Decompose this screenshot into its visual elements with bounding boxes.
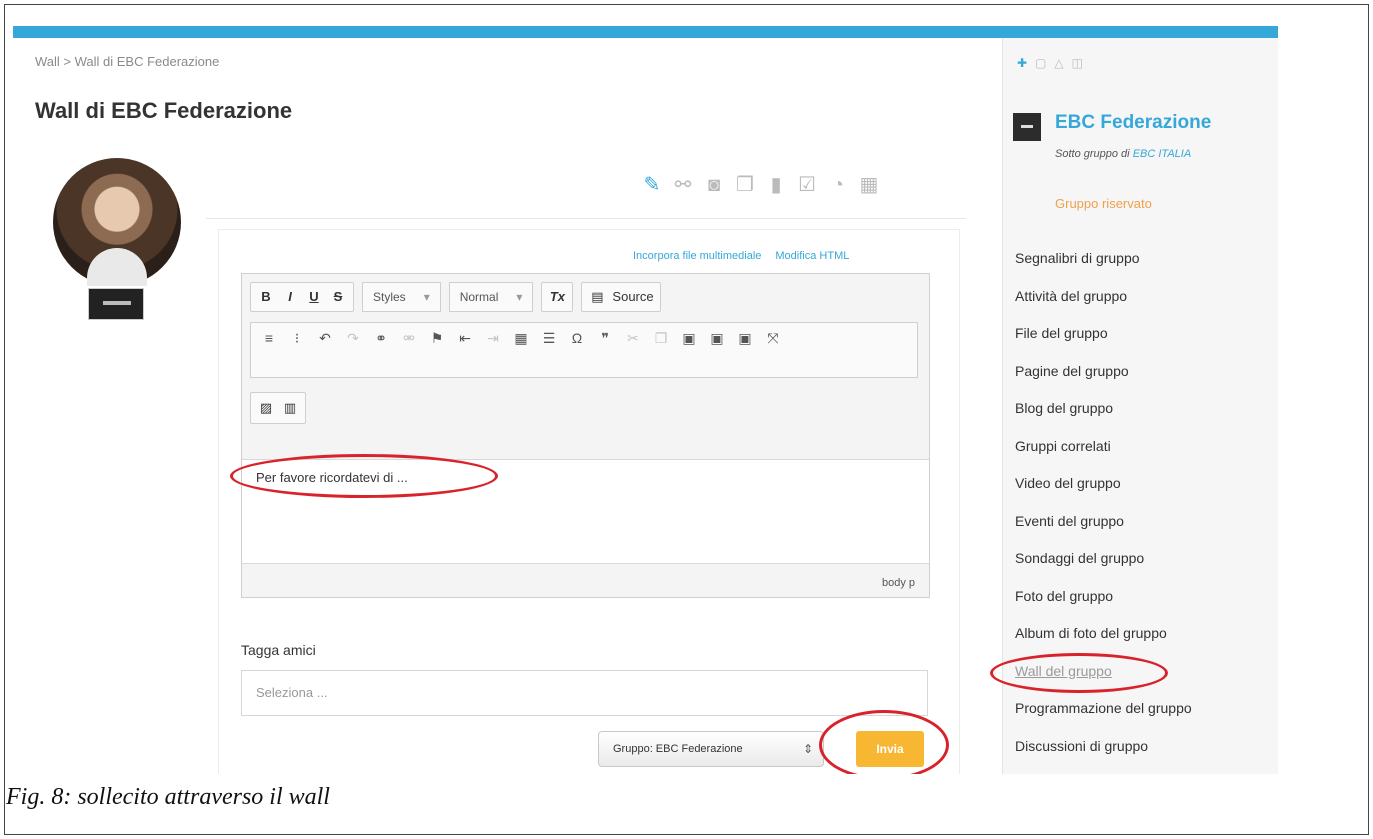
- link-icon[interactable]: ⚯: [672, 174, 694, 196]
- special-char-icon[interactable]: Ω: [569, 329, 585, 347]
- pencil-icon[interactable]: ✎: [641, 174, 663, 196]
- window-icon[interactable]: ◫: [1072, 56, 1083, 70]
- clear-format-group: Tx: [541, 282, 574, 312]
- highlight-ring-wall: [990, 653, 1168, 693]
- avatar-badge: [88, 288, 144, 320]
- unlink-icon[interactable]: ⚮: [401, 329, 417, 347]
- chevron-down-icon: ▾: [423, 290, 430, 304]
- source-icon: ▤: [591, 289, 604, 304]
- maximize-icon[interactable]: ⤧: [765, 329, 781, 347]
- menu-item-activity[interactable]: Attività del gruppo: [1015, 286, 1192, 324]
- select-arrows-icon: ⇕: [802, 742, 813, 756]
- post-type-toolbar: ✎ ⚯ ◙ ❐ ▮ ☑ ◔ ▦: [641, 174, 880, 196]
- menu-item-events[interactable]: Eventi del gruppo: [1015, 511, 1192, 549]
- bold-button[interactable]: B: [257, 286, 275, 308]
- group-menu: Segnalibri di gruppo Attività del gruppo…: [1015, 248, 1192, 773]
- group-name[interactable]: EBC Federazione: [1055, 112, 1211, 134]
- paste-icon[interactable]: ▣: [681, 329, 697, 347]
- menu-item-related-groups[interactable]: Gruppi correlati: [1015, 436, 1192, 474]
- editor-icon-bar: ≡ ⁝ ↶ ↷ ⚭ ⚮ ⚑ ⇤ ⇥ ▦ ☰ Ω ❞ ✂ ❐ ▣ ▣ ▣ ⤧: [250, 322, 918, 378]
- calendar-icon[interactable]: ▦: [858, 174, 880, 196]
- box-icon[interactable]: ▢: [1035, 56, 1046, 70]
- basic-styles-group: B I U S: [250, 282, 354, 312]
- chevron-down-icon: ▾: [516, 290, 523, 304]
- breadcrumb[interactable]: Wall > Wall di EBC Federazione: [35, 54, 219, 69]
- rich-text-editor: B I U S Styles ▾ Normal ▾ Tx ▤ Source ≡ ⁝: [241, 273, 930, 598]
- edit-html-link[interactable]: Modifica HTML: [775, 250, 849, 262]
- parent-group-link[interactable]: EBC ITALIA: [1133, 148, 1191, 160]
- source-button[interactable]: Source: [612, 286, 653, 308]
- sidebar-toolbar: ✚ ▢ △ ◫: [1017, 56, 1083, 70]
- embed-media-link[interactable]: Incorpora file multimediale: [633, 250, 761, 262]
- menu-item-polls[interactable]: Sondaggi del gruppo: [1015, 548, 1192, 586]
- copy-icon[interactable]: ❐: [653, 329, 669, 347]
- editor-element-path: body p: [881, 577, 915, 589]
- tag-friends-label: Tagga amici: [241, 642, 316, 658]
- menu-item-pages[interactable]: Pagine del gruppo: [1015, 361, 1192, 399]
- source-group: ▤ Source: [581, 282, 661, 312]
- strike-button[interactable]: S: [329, 286, 347, 308]
- screenshot: Wall > Wall di EBC Federazione Wall di E…: [13, 38, 1278, 774]
- numbered-list-icon[interactable]: ≡: [261, 329, 277, 347]
- menu-item-bookmarks[interactable]: Segnalibri di gruppo: [1015, 248, 1192, 286]
- underline-button[interactable]: U: [305, 286, 323, 308]
- media-group: ▨ ▥: [250, 392, 306, 424]
- tag-friends-input[interactable]: Seleziona ...: [241, 670, 928, 716]
- format-select[interactable]: Normal ▾: [448, 282, 534, 312]
- editor-toolbar-row-2: ≡ ⁝ ↶ ↷ ⚭ ⚮ ⚑ ⇤ ⇥ ▦ ☰ Ω ❞ ✂ ❐ ▣ ▣ ▣ ⤧: [250, 322, 918, 378]
- horizontal-rule-icon[interactable]: ☰: [541, 329, 557, 347]
- clear-format-button[interactable]: Tx: [548, 286, 566, 308]
- rss-icon[interactable]: ◔: [827, 174, 849, 196]
- paste-word-icon[interactable]: ▣: [737, 329, 753, 347]
- menu-item-blog[interactable]: Blog del gruppo: [1015, 398, 1192, 436]
- anchor-flag-icon[interactable]: ⚑: [429, 329, 445, 347]
- table-icon[interactable]: ▦: [513, 329, 529, 347]
- page-title: Wall di EBC Federazione: [35, 98, 293, 123]
- paste-text-icon[interactable]: ▣: [709, 329, 725, 347]
- outdent-icon[interactable]: ⇤: [457, 329, 473, 347]
- group-status: Gruppo riservato: [1055, 196, 1152, 211]
- bulleted-list-icon[interactable]: ⁝: [289, 329, 305, 347]
- editor-links: Incorpora file multimediale Modifica HTM…: [633, 250, 849, 262]
- figure-caption: Fig. 8: sollecito attraverso il wall: [6, 784, 330, 810]
- indent-icon[interactable]: ⇥: [485, 329, 501, 347]
- link-icon[interactable]: ⚭: [373, 329, 389, 347]
- group-parent-info: Sotto gruppo di EBC ITALIA: [1055, 148, 1192, 160]
- image-icon[interactable]: ▨: [257, 397, 275, 419]
- cut-icon[interactable]: ✂: [625, 329, 641, 347]
- menu-item-scheduling[interactable]: Programmazione del gruppo: [1015, 698, 1192, 736]
- editor-toolbar-row-1: B I U S Styles ▾ Normal ▾ Tx ▤ Source: [250, 282, 661, 312]
- menu-item-discussions[interactable]: Discussioni di gruppo: [1015, 736, 1192, 774]
- editor-toolbar-row-3: ▨ ▥: [250, 392, 306, 424]
- highlight-ring-text: [230, 454, 498, 498]
- warning-icon[interactable]: △: [1054, 56, 1063, 70]
- blockquote-icon[interactable]: ❞: [597, 329, 613, 347]
- menu-item-videos[interactable]: Video del gruppo: [1015, 473, 1192, 511]
- highlight-ring-send: [819, 710, 949, 774]
- undo-icon[interactable]: ↶: [317, 329, 333, 347]
- group-select[interactable]: Gruppo: EBC Federazione ⇕: [598, 731, 824, 767]
- pin-icon[interactable]: ✚: [1017, 56, 1027, 70]
- checkbox-icon[interactable]: ☑: [796, 174, 818, 196]
- camera-icon[interactable]: ◙: [703, 174, 725, 196]
- files-icon[interactable]: ❐: [734, 174, 756, 196]
- redo-icon[interactable]: ↷: [345, 329, 361, 347]
- italic-button[interactable]: I: [281, 286, 299, 308]
- menu-item-photos[interactable]: Foto del gruppo: [1015, 586, 1192, 624]
- video-icon[interactable]: ▮: [765, 174, 787, 196]
- film-icon[interactable]: ▥: [281, 397, 299, 419]
- styles-select[interactable]: Styles ▾: [362, 282, 441, 312]
- menu-item-files[interactable]: File del gruppo: [1015, 323, 1192, 361]
- top-bar: [13, 26, 1278, 38]
- group-logo[interactable]: [1013, 113, 1041, 141]
- avatar[interactable]: [53, 158, 181, 286]
